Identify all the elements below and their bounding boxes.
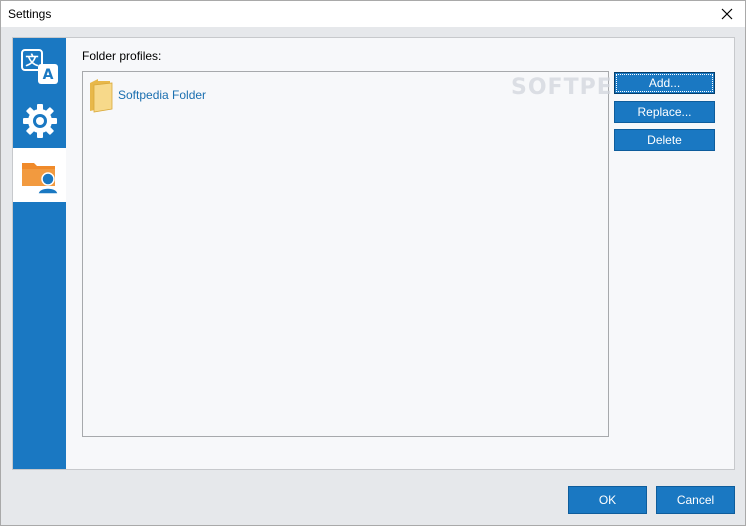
- cancel-button[interactable]: Cancel: [656, 486, 735, 514]
- ok-button[interactable]: OK: [568, 486, 647, 514]
- window-title: Settings: [8, 7, 52, 21]
- close-icon: [721, 8, 733, 20]
- replace-button[interactable]: Replace...: [614, 101, 715, 123]
- gear-icon: [22, 104, 57, 138]
- sidebar-item-folder-profiles[interactable]: [13, 148, 66, 202]
- translate-icon: 文 A: [20, 49, 58, 84]
- settings-window: Settings 文 A Folder profiles: Softpedia …: [0, 0, 746, 526]
- delete-button[interactable]: Delete: [614, 129, 715, 151]
- close-button[interactable]: [709, 1, 745, 27]
- profile-label: Softpedia Folder: [118, 88, 207, 102]
- add-button[interactable]: Add...: [614, 72, 715, 94]
- folder-profiles-panel: Folder profiles: Softpedia Folder SOFTPE…: [66, 38, 734, 469]
- settings-content: 文 A Folder profiles: Softpedia Folder SO…: [12, 37, 735, 470]
- sidebar-item-general[interactable]: [13, 94, 66, 148]
- profiles-list[interactable]: Softpedia Folder: [82, 71, 609, 437]
- title-bar: Settings: [1, 1, 745, 27]
- svg-text:A: A: [42, 67, 53, 83]
- sidebar-item-language[interactable]: 文 A: [13, 40, 66, 94]
- sidebar: 文 A: [13, 38, 66, 469]
- folder-user-icon: [21, 163, 59, 195]
- folder-icon: [90, 79, 113, 113]
- list-item[interactable]: Softpedia Folder: [88, 75, 206, 115]
- svg-text:文: 文: [25, 53, 39, 69]
- folder-profiles-label: Folder profiles:: [82, 49, 162, 63]
